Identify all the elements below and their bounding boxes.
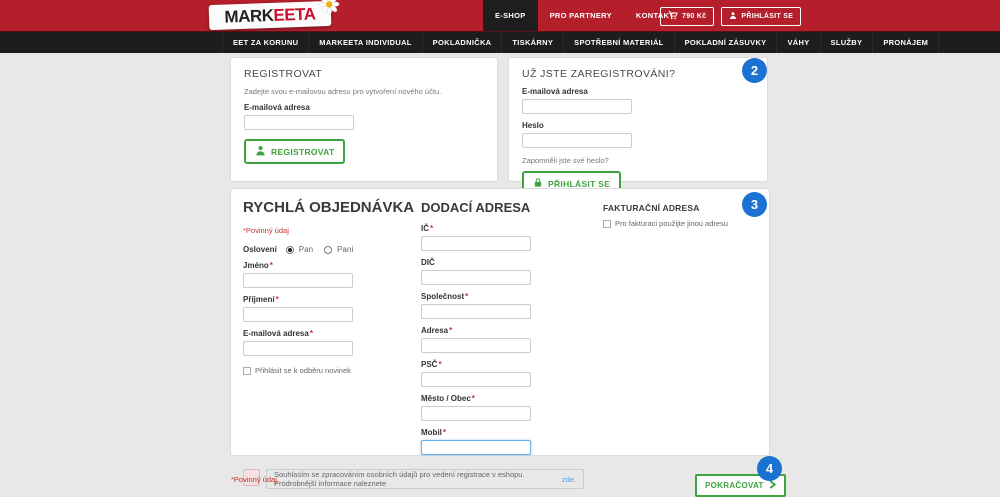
consent-row: Souhlasím se zpracováním osobních údajů … <box>243 469 757 489</box>
qo-email-input[interactable] <box>243 341 353 356</box>
required-note-top: *Povinný údaj <box>243 226 289 235</box>
logo-text-red: EETA <box>273 3 316 25</box>
nav-item-tiskarny[interactable]: TISKÁRNY <box>501 32 563 53</box>
nav-item-vahy[interactable]: VÁHY <box>776 32 819 53</box>
cart-total: 790 Kč <box>682 13 707 20</box>
mobile-label: Mobil* <box>421 428 447 437</box>
billing-title: FAKTURAČNÍ ADRESA <box>603 203 700 213</box>
register-panel: REGISTROVAT Zadejte svou e-mailovou adre… <box>230 57 498 182</box>
salutation-option-pani: Paní <box>337 245 354 254</box>
person-icon <box>729 11 737 22</box>
ic-input[interactable] <box>421 236 531 251</box>
city-input[interactable] <box>421 406 531 421</box>
lastname-input[interactable] <box>243 307 353 322</box>
quick-order-panel: RYCHLÁ OBJEDNÁVKA *Povinný údaj Oslovení… <box>230 188 770 489</box>
chevron-right-icon <box>769 480 776 491</box>
nav-item-eet-za-korunu[interactable]: EET ZA KORUNU <box>222 32 308 53</box>
consent-text: Souhlasím se zpracováním osobních údajů … <box>266 469 584 489</box>
login-email-input[interactable] <box>522 99 632 114</box>
delivery-title: DODACÍ ADRESA <box>421 200 531 215</box>
top-menu-pro-partnery[interactable]: PRO PARTNERY <box>538 0 624 31</box>
annotation-badge-4: 4 <box>757 456 782 481</box>
firstname-label: Jméno* <box>243 261 273 270</box>
login-password-label: Heslo <box>522 121 544 130</box>
main-navigation: EET ZA KORUNU MARKEETA INDIVIDUAL POKLAD… <box>0 31 1000 53</box>
top-menu: E-SHOP PRO PARTNERY KONTAKT <box>483 0 686 31</box>
quick-order-title: RYCHLÁ OBJEDNÁVKA <box>243 199 415 216</box>
login-button[interactable]: PŘIHLÁSIT SE <box>721 7 802 26</box>
newsletter-label: Přihlásit se k odběru novinek <box>255 366 351 375</box>
consent-zde-link[interactable]: zde <box>562 475 574 484</box>
login-password-input[interactable] <box>522 133 632 148</box>
nav-item-markeeta-individual[interactable]: MARKEETA INDIVIDUAL <box>308 32 421 53</box>
register-email-label: E-mailová adresa <box>244 103 310 112</box>
company-input[interactable] <box>421 304 531 319</box>
register-description: Zadejte svou e-mailovou adresu pro vytvo… <box>244 87 442 96</box>
nav-item-pokladnicka[interactable]: POKLADNIČKA <box>421 32 502 53</box>
cart-icon <box>668 11 678 22</box>
company-label: Společnost* <box>421 292 469 301</box>
markeeta-logo[interactable]: MARK EETA <box>208 0 340 31</box>
billing-address-column: FAKTURAČNÍ ADRESA Pro fakturaci použijte… <box>603 197 757 455</box>
firstname-input[interactable] <box>243 273 353 288</box>
psc-input[interactable] <box>421 372 531 387</box>
required-note-bottom: *Povinný údaj <box>231 475 277 484</box>
top-menu-eshop[interactable]: E-SHOP <box>483 0 538 31</box>
salutation-radio-pan[interactable] <box>285 245 294 254</box>
nav-item-pokladni-zasuvky[interactable]: POKLADNÍ ZÁSUVKY <box>673 32 777 53</box>
ic-label: IČ* <box>421 224 434 233</box>
dic-input[interactable] <box>421 270 531 285</box>
login-title: UŽ JSTE ZAREGISTROVÁNI? <box>522 68 676 80</box>
nav-item-sluzby[interactable]: SLUŽBY <box>819 32 873 53</box>
daisy-flower-icon <box>318 0 340 20</box>
billing-other-address-checkbox[interactable] <box>603 219 611 228</box>
delivery-address-column: DODACÍ ADRESA IČ* DIČ Společnost* Adresa… <box>421 197 603 455</box>
psc-label: PSČ* <box>421 360 442 369</box>
address-label: Adresa* <box>421 326 453 335</box>
register-email-input[interactable] <box>244 115 354 130</box>
salutation-radio-pani[interactable] <box>324 245 333 254</box>
forgot-password-link[interactable]: Zapomněli jste své heslo? <box>522 156 754 165</box>
login-panel: UŽ JSTE ZAREGISTROVÁNI? E-mailová adresa… <box>508 57 768 196</box>
nav-item-pronajem[interactable]: PRONÁJEM <box>872 32 940 53</box>
register-title: REGISTROVAT <box>244 68 323 80</box>
city-label: Město / Obec* <box>421 394 475 403</box>
quick-order-column: RYCHLÁ OBJEDNÁVKA *Povinný údaj Oslovení… <box>243 197 421 455</box>
mobile-input[interactable] <box>421 440 531 455</box>
top-header: E-SHOP PRO PARTNERY KONTAKT 790 Kč PŘIHL… <box>0 0 1000 31</box>
dic-label: DIČ <box>421 258 435 267</box>
annotation-badge-2: 2 <box>742 58 767 83</box>
salutation-option-pan: Pan <box>298 245 314 254</box>
logo-text-dark: MARK <box>224 5 274 27</box>
login-label: PŘIHLÁSIT SE <box>741 13 794 20</box>
nav-item-spotrebni-material[interactable]: SPOTŘEBNÍ MATERIÁL <box>563 32 673 53</box>
register-button[interactable]: REGISTROVAT <box>244 139 346 164</box>
newsletter-checkbox[interactable] <box>243 366 251 375</box>
address-input[interactable] <box>421 338 531 353</box>
login-email-label: E-mailová adresa <box>522 87 588 96</box>
cart-button[interactable]: 790 Kč <box>660 7 715 26</box>
salutation-label: Oslovení <box>243 245 277 254</box>
billing-checkbox-label: Pro fakturaci použijte jinou adresu <box>615 219 728 228</box>
person-add-icon <box>255 145 266 158</box>
lastname-label: Příjmení* <box>243 295 279 304</box>
qo-email-label: E-mailová adresa* <box>243 329 313 338</box>
annotation-badge-3: 3 <box>742 192 767 217</box>
